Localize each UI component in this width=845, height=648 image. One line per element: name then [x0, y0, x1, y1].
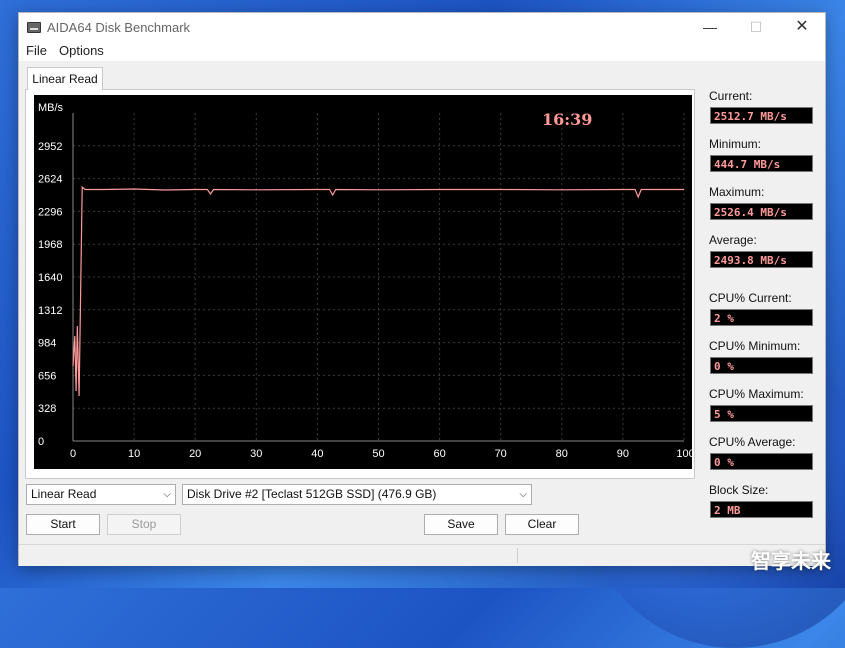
chart-time-label: 16:39: [542, 110, 592, 129]
window-title: AIDA64 Disk Benchmark: [47, 20, 191, 35]
x-tick-label: 0: [70, 448, 76, 460]
tab-linear-read[interactable]: Linear Read: [27, 67, 103, 90]
y-tick-label: 2296: [38, 206, 62, 218]
status-bar: [19, 544, 825, 566]
start-button[interactable]: Start: [26, 514, 100, 535]
cpu-maximum-value: 5 %: [710, 405, 813, 422]
block-size-label: Block Size:: [709, 483, 769, 497]
cpu-average-value: 0 %: [710, 453, 813, 470]
y-tick-label: 2624: [38, 174, 62, 186]
aida64-window: AIDA64 Disk Benchmark — ☐ ✕ File Options…: [18, 12, 826, 566]
y-tick-label: 1312: [38, 305, 62, 317]
x-tick-label: 30: [250, 448, 262, 460]
x-tick-label: 80: [556, 448, 568, 460]
stop-button[interactable]: Stop: [107, 514, 181, 535]
benchmark-chart: MB/s 2952 2624 2296 1968 1640 1312 984 656 328 0 0 1…: [34, 95, 692, 469]
titlebar: AIDA64 Disk Benchmark — ☐ ✕: [19, 13, 825, 41]
block-size-value: 2 MB: [710, 501, 813, 518]
drive-select[interactable]: Disk Drive #2 [Teclast 512GB SSD] (476.9…: [182, 484, 532, 505]
x-tick-label: 60: [433, 448, 445, 460]
cpu-minimum-value: 0 %: [710, 357, 813, 374]
maximize-button[interactable]: ☐: [733, 13, 779, 41]
menu-options[interactable]: Options: [59, 43, 104, 58]
save-button[interactable]: Save: [424, 514, 498, 535]
status-divider: [517, 548, 518, 563]
minimum-label: Minimum:: [709, 137, 762, 151]
y-tick-label: 984: [38, 338, 56, 350]
chevron-down-icon: ⌵: [163, 489, 171, 500]
cpu-average-label: CPU% Average:: [709, 435, 796, 449]
y-tick-label: 1640: [38, 272, 62, 284]
y-tick-label: 2952: [38, 141, 62, 153]
maximum-label: Maximum:: [709, 185, 765, 199]
clear-button[interactable]: Clear: [505, 514, 579, 535]
y-tick-label: 328: [38, 403, 56, 415]
cpu-maximum-label: CPU% Maximum:: [709, 387, 804, 401]
drive-select-value: Disk Drive #2 [Teclast 512GB SSD] (476.9…: [187, 487, 437, 501]
disk-icon: [27, 22, 41, 33]
test-type-select-value: Linear Read: [31, 487, 97, 501]
chart-svg: MB/s 2952 2624 2296 1968 1640 1312 984 656 328 0 0 1…: [38, 102, 692, 460]
x-tick-label: 100 %: [676, 448, 692, 460]
chevron-down-icon: ⌵: [519, 489, 527, 500]
y-axis-label: MB/s: [38, 102, 64, 114]
watermark: 智享未来: [751, 549, 831, 573]
menubar: File Options: [19, 41, 825, 61]
close-button[interactable]: ✕: [779, 13, 825, 41]
x-tick-label: 50: [372, 448, 384, 460]
cpu-current-label: CPU% Current:: [709, 291, 792, 305]
x-tick-label: 70: [495, 448, 507, 460]
average-label: Average:: [709, 233, 757, 247]
minimize-button[interactable]: —: [687, 13, 733, 41]
current-label: Current:: [709, 89, 753, 103]
minimum-value: 444.7 MB/s: [710, 155, 813, 172]
x-tick-label: 10: [128, 448, 140, 460]
x-tick-label: 20: [189, 448, 201, 460]
cpu-minimum-label: CPU% Minimum:: [709, 339, 801, 353]
average-value: 2493.8 MB/s: [710, 251, 813, 268]
x-tick-label: 40: [311, 448, 323, 460]
y-tick-label: 656: [38, 370, 56, 382]
y-tick-label: 1968: [38, 239, 62, 251]
current-value: 2512.7 MB/s: [710, 107, 813, 124]
menu-file[interactable]: File: [26, 43, 47, 58]
y-tick-label: 0: [38, 436, 44, 448]
cpu-current-value: 2 %: [710, 309, 813, 326]
x-tick-label: 90: [617, 448, 629, 460]
maximum-value: 2526.4 MB/s: [710, 203, 813, 220]
test-type-select[interactable]: Linear Read ⌵: [26, 484, 176, 505]
